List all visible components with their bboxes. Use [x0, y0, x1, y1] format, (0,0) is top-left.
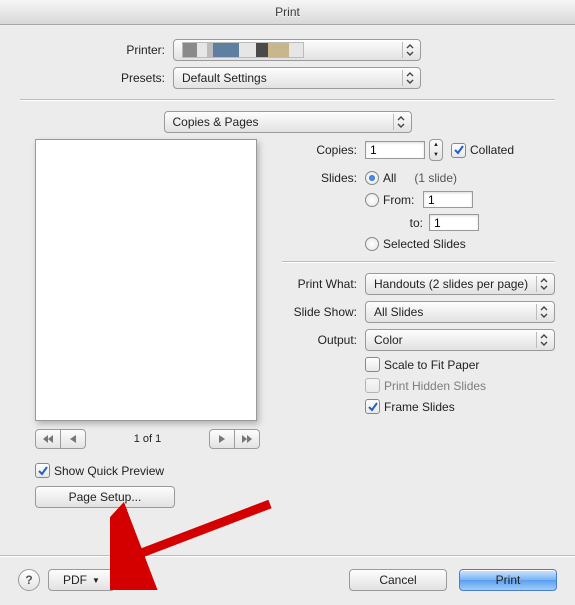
prev-page-button[interactable] [61, 429, 86, 449]
pdf-label: PDF [63, 573, 87, 587]
print-preview [35, 139, 257, 421]
printer-select[interactable] [173, 39, 421, 61]
slide-show-label: Slide Show: [282, 305, 365, 319]
print-hidden-checkbox [365, 378, 380, 393]
printer-label: Printer: [20, 43, 173, 57]
copies-input[interactable] [365, 141, 425, 159]
copies-stepper[interactable]: ▲▼ [429, 139, 443, 161]
show-quick-preview-label: Show Quick Preview [54, 464, 164, 478]
presets-label: Presets: [20, 71, 173, 85]
print-what-label: Print What: [282, 277, 365, 291]
slides-from-label: From: [383, 193, 423, 207]
print-what-select[interactable]: Handouts (2 slides per page) [365, 273, 555, 295]
help-icon: ? [25, 573, 32, 587]
chevron-up-down-icon [402, 70, 417, 86]
page-setup-button[interactable]: Page Setup... [35, 486, 175, 508]
presets-select[interactable]: Default Settings [173, 67, 421, 89]
divider [20, 99, 555, 101]
scale-to-fit-checkbox[interactable] [365, 357, 380, 372]
chevron-up-down-icon [536, 276, 551, 292]
print-what-value: Handouts (2 slides per page) [374, 277, 528, 291]
slides-label: Slides: [282, 171, 365, 185]
collated-checkbox[interactable] [451, 143, 466, 158]
slide-show-value: All Slides [374, 305, 423, 319]
chevron-up-down-icon [536, 304, 551, 320]
window-title: Print [0, 0, 575, 25]
chevron-up-down-icon [536, 332, 551, 348]
frame-slides-label: Frame Slides [384, 400, 455, 414]
first-page-button[interactable] [35, 429, 61, 449]
divider [282, 261, 555, 263]
chevron-up-down-icon [402, 42, 417, 58]
copies-label: Copies: [282, 143, 365, 157]
output-value: Color [374, 333, 403, 347]
slides-all-label: All [383, 171, 396, 185]
cancel-button[interactable]: Cancel [349, 569, 447, 591]
slides-all-radio[interactable] [365, 171, 379, 185]
next-page-button[interactable] [209, 429, 235, 449]
section-select[interactable]: Copies & Pages [164, 111, 412, 133]
collated-label: Collated [470, 143, 514, 157]
slides-selected-radio[interactable] [365, 237, 379, 251]
slides-from-input[interactable] [423, 191, 473, 208]
help-button[interactable]: ? [18, 569, 40, 591]
show-quick-preview-checkbox[interactable] [35, 463, 50, 478]
scale-to-fit-label: Scale to Fit Paper [384, 358, 479, 372]
page-indicator: 1 of 1 [134, 433, 162, 445]
slides-all-note: (1 slide) [414, 171, 457, 185]
slide-show-select[interactable]: All Slides [365, 301, 555, 323]
slides-selected-label: Selected Slides [383, 237, 466, 251]
chevron-down-icon: ▼ [92, 576, 100, 585]
section-value: Copies & Pages [173, 115, 259, 129]
output-select[interactable]: Color [365, 329, 555, 351]
presets-value: Default Settings [182, 71, 267, 85]
pdf-menu-button[interactable]: PDF ▼ [48, 569, 115, 591]
printer-name-redacted [182, 42, 304, 58]
chevron-up-down-icon [393, 114, 408, 130]
slides-to-input[interactable] [429, 214, 479, 231]
frame-slides-checkbox[interactable] [365, 399, 380, 414]
print-button[interactable]: Print [459, 569, 557, 591]
output-label: Output: [282, 333, 365, 347]
last-page-button[interactable] [235, 429, 260, 449]
slides-to-label: to: [383, 216, 429, 230]
print-hidden-label: Print Hidden Slides [384, 379, 486, 393]
slides-from-radio[interactable] [365, 193, 379, 207]
